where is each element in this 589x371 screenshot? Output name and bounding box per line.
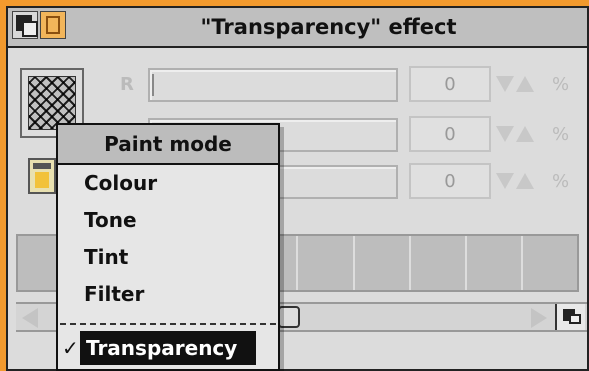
menu-item-transparency[interactable]: ✓ Transparency <box>62 331 256 365</box>
check-mark-icon: ✓ <box>62 336 79 360</box>
value-input[interactable]: 0 <box>409 163 491 199</box>
value-row-r: R 0 % <box>8 66 587 106</box>
slider-field[interactable] <box>148 68 398 102</box>
colour-cell[interactable] <box>298 236 355 290</box>
increment-arrow-icon[interactable] <box>516 173 534 189</box>
stepper[interactable] <box>496 70 540 100</box>
stepper[interactable] <box>496 120 540 150</box>
title-bar[interactable]: "Transparency" effect <box>8 8 587 48</box>
value-input[interactable]: 0 <box>409 66 491 102</box>
close-window-icon[interactable] <box>40 11 66 39</box>
colour-cell[interactable] <box>467 236 523 290</box>
menu-item-colour[interactable]: Colour <box>58 165 278 202</box>
colour-cell[interactable] <box>355 236 411 290</box>
increment-arrow-icon[interactable] <box>516 126 534 142</box>
menu-item-filter[interactable]: Filter <box>58 276 278 313</box>
value-input[interactable]: 0 <box>409 116 491 152</box>
row-label: R <box>120 74 134 95</box>
decrement-arrow-icon[interactable] <box>496 76 514 92</box>
menu-item-label: Transparency <box>86 336 238 360</box>
menu-title: Paint mode <box>58 125 278 165</box>
scroll-thumb[interactable] <box>278 306 300 328</box>
scroll-left-icon[interactable] <box>22 308 38 328</box>
unit-label: % <box>552 171 570 192</box>
menu-separator <box>60 323 276 325</box>
back-window-icon[interactable] <box>12 11 38 39</box>
unit-label: % <box>552 124 570 145</box>
decrement-arrow-icon[interactable] <box>496 126 514 142</box>
stepper[interactable] <box>496 167 540 197</box>
window-title: "Transparency" effect <box>200 15 457 39</box>
increment-arrow-icon[interactable] <box>516 76 534 92</box>
colour-cell[interactable] <box>411 236 467 290</box>
colour-cell[interactable] <box>523 236 577 290</box>
menu-item-tint[interactable]: Tint <box>58 239 278 276</box>
menu-item-tone[interactable]: Tone <box>58 202 278 239</box>
decrement-arrow-icon[interactable] <box>496 173 514 189</box>
toggle-size-icon[interactable] <box>555 304 585 330</box>
unit-label: % <box>552 74 570 95</box>
paint-mode-menu: Paint mode Colour Tone Tint Filter ✓ Tra… <box>56 123 280 371</box>
scroll-right-icon[interactable] <box>531 308 547 328</box>
